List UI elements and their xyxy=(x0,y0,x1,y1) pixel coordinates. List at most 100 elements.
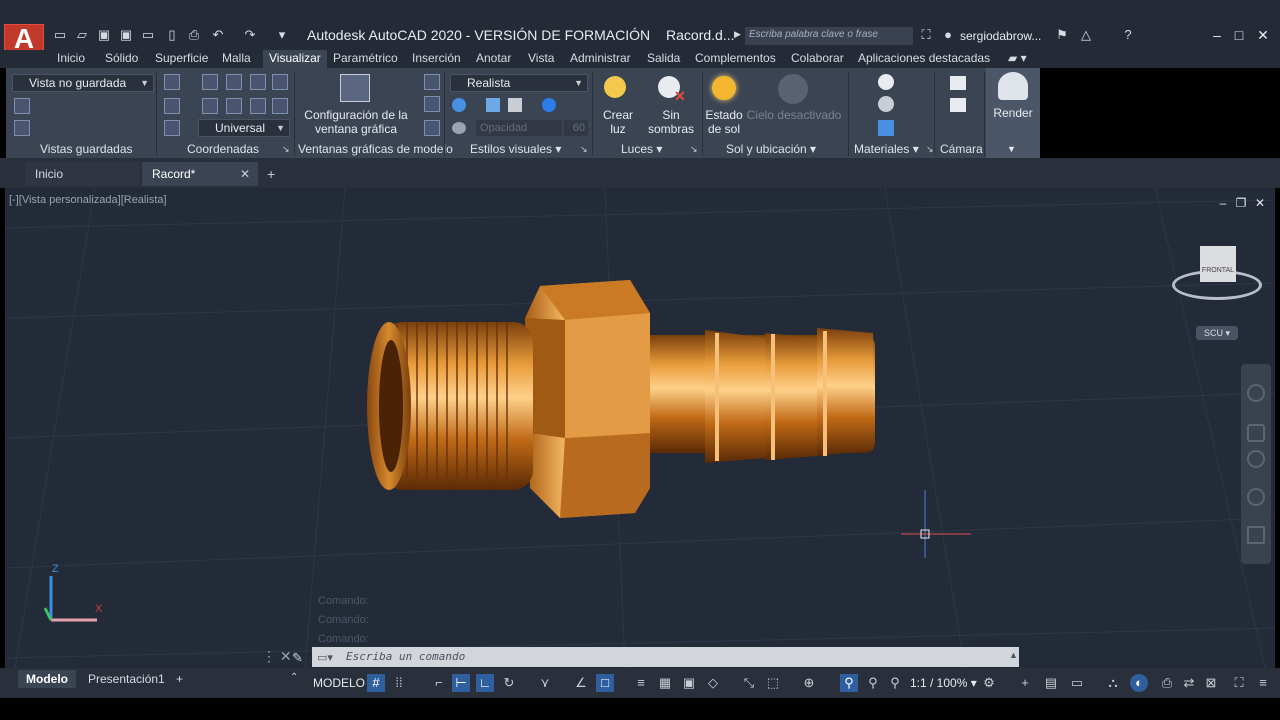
annotation-scale-icon[interactable]: ⚲ xyxy=(886,674,904,692)
isodraft-icon[interactable]: ⋎ xyxy=(536,674,554,692)
infer-constraints-icon[interactable]: ⌐ xyxy=(430,674,448,692)
drawing-viewport[interactable] xyxy=(5,188,1275,668)
viewport-minimize-button[interactable]: – xyxy=(1214,194,1232,212)
ucs-y-icon[interactable] xyxy=(250,74,266,90)
restore-viewports-icon[interactable] xyxy=(424,120,440,136)
maximize-button[interactable]: □ xyxy=(1230,26,1248,44)
ucs-x-icon[interactable] xyxy=(226,74,242,90)
lock-ui-icon[interactable]: ⛬ xyxy=(1104,674,1122,692)
panel-title-sun-location[interactable]: Sol y ubicación ▾ xyxy=(726,142,816,158)
ucs-named-combo[interactable]: Universal ▼ xyxy=(198,119,290,137)
ucs-icon[interactable] xyxy=(164,74,180,90)
search-expand-icon[interactable]: ▶ xyxy=(734,29,741,40)
print-icon[interactable]: ⎙ xyxy=(186,28,202,42)
chevron-up-icon[interactable]: ⌃ xyxy=(290,672,298,683)
customization-menu-icon[interactable]: ≡ xyxy=(1254,674,1272,692)
units-icon[interactable]: ▤ xyxy=(1042,674,1060,692)
tab-vista[interactable]: Vista xyxy=(528,50,554,68)
tab-insercion[interactable]: Inserción xyxy=(412,50,461,68)
object-snap-icon[interactable]: □ xyxy=(596,674,614,692)
panel-title-saved-views[interactable]: Vistas guardadas xyxy=(40,142,133,158)
ucs-face-icon[interactable] xyxy=(250,98,266,114)
command-history-up-icon[interactable]: ▲ xyxy=(1009,650,1018,660)
ucs-z-icon[interactable] xyxy=(272,74,288,90)
gizmo-icon[interactable]: ⊕ xyxy=(800,674,818,692)
cart-icon[interactable]: ⚑ xyxy=(1054,28,1070,42)
materials-mapping-icon[interactable] xyxy=(878,120,894,136)
ucs-origin-icon[interactable] xyxy=(164,98,180,114)
command-close-icon[interactable]: ⋮ ✕ xyxy=(262,648,292,665)
opacity-field[interactable]: Opacidad xyxy=(476,120,562,136)
render-button[interactable]: Render xyxy=(990,106,1036,120)
tab-aplicaciones-destacadas[interactable]: Aplicaciones destacadas xyxy=(858,50,990,68)
viewport-restore-button[interactable]: ❐ xyxy=(1232,194,1250,212)
materials-attach-icon[interactable] xyxy=(878,96,894,112)
graphics-performance-icon[interactable]: ⇄ xyxy=(1180,674,1198,692)
annotation-monitor-icon[interactable]: + xyxy=(1016,674,1034,692)
panel-launcher-icon[interactable]: ↘ xyxy=(282,144,290,155)
panel-launcher-icon[interactable]: ↘ xyxy=(580,144,588,155)
shadows-icon[interactable] xyxy=(508,98,522,112)
command-prompt-icon[interactable]: ▭▾ xyxy=(317,651,333,664)
selection-filter-icon[interactable]: ⬚ xyxy=(764,674,782,692)
panel-title-visual-styles[interactable]: Estilos visuales ▾ xyxy=(470,142,561,158)
command-input[interactable]: Escriba un comando xyxy=(312,647,1019,667)
viewcube[interactable]: FRONTAL xyxy=(1200,246,1236,282)
redo-icon[interactable]: ↷ xyxy=(242,28,258,42)
dynamic-ucs-icon[interactable]: ⤡ xyxy=(740,674,758,692)
ucs-zaxis-icon[interactable] xyxy=(164,120,180,136)
file-tab-racord[interactable]: Racord* ✕ xyxy=(142,162,258,186)
tab-malla[interactable]: Malla xyxy=(222,50,251,68)
layout-tab-presentacion1[interactable]: Presentación1 xyxy=(80,670,173,688)
named-viewports-icon[interactable] xyxy=(424,74,440,90)
tab-administrar[interactable]: Administrar xyxy=(570,50,631,68)
dynamic-input-icon[interactable]: ⊢ xyxy=(452,674,470,692)
ortho-mode-icon[interactable]: ∟ xyxy=(476,674,494,692)
new-tab-icon[interactable]: + xyxy=(267,166,275,182)
panel-title-lights[interactable]: Luces ▾ xyxy=(621,142,662,158)
new-file-icon[interactable]: ▭ xyxy=(52,28,68,42)
ucs-object-icon[interactable] xyxy=(226,98,242,114)
sun-status-button[interactable]: Estado de sol xyxy=(704,108,744,136)
showmotion-icon[interactable] xyxy=(1247,526,1265,544)
viewport-controls-label[interactable]: [-][Vista personalizada][Realista] xyxy=(9,194,167,206)
tab-salida[interactable]: Salida xyxy=(647,50,680,68)
orbit-icon[interactable] xyxy=(1247,488,1265,506)
ucs-3point-icon[interactable] xyxy=(272,98,288,114)
views-palette-icon[interactable] xyxy=(14,120,30,136)
open-file-icon[interactable]: ▱ xyxy=(74,28,90,42)
visual-style-combo[interactable]: Realista ▼ xyxy=(450,74,588,92)
model-space-button[interactable]: MODELO xyxy=(310,674,368,692)
workspace-gear-icon[interactable]: ⚙ xyxy=(980,674,998,692)
autodesk-app-icon[interactable]: △ xyxy=(1078,28,1094,42)
ucs-world-icon[interactable] xyxy=(202,74,218,90)
opacity-value[interactable]: 60 xyxy=(564,120,588,136)
steering-wheel-icon[interactable] xyxy=(1247,384,1265,402)
panel-title-materials[interactable]: Materiales ▾ xyxy=(854,142,919,158)
panel-title-coordinates[interactable]: Coordenadas xyxy=(187,142,259,158)
tab-complementos[interactable]: Complementos xyxy=(695,50,776,68)
annotation-scale-combo[interactable]: 1:1 / 100% ▾ xyxy=(910,674,977,692)
create-light-button[interactable]: Crear luz xyxy=(598,108,638,136)
panel-launcher-icon[interactable]: ↘ xyxy=(926,144,934,155)
viewport-close-button[interactable]: ✕ xyxy=(1251,194,1269,212)
materials-textures-icon[interactable] xyxy=(542,98,556,112)
add-layout-icon[interactable]: + xyxy=(168,670,191,688)
selection-cycling-icon[interactable]: ▣ xyxy=(680,674,698,692)
save-as-icon[interactable]: ▣ xyxy=(118,28,134,42)
hardware-acceleration-icon[interactable]: ⎙ xyxy=(1158,674,1176,692)
show-cameras-icon[interactable] xyxy=(950,98,966,112)
zoom-icon[interactable] xyxy=(1247,450,1265,468)
object-snap-tracking-icon[interactable]: ∠ xyxy=(572,674,590,692)
user-account-button[interactable]: sergiodabrow... xyxy=(960,29,1041,43)
fullscreen-icon[interactable]: ⛶ xyxy=(1230,674,1248,692)
tab-parametrico[interactable]: Paramétrico xyxy=(333,50,398,68)
tab-colaborar[interactable]: Colaborar xyxy=(791,50,844,68)
ucs-view-icon[interactable] xyxy=(202,98,218,114)
customize-wrench-icon[interactable]: ✎ xyxy=(292,650,303,666)
binoculars-icon[interactable]: ⛶ xyxy=(918,28,934,42)
lineweight-icon[interactable]: ≡ xyxy=(632,674,650,692)
tab-solido[interactable]: Sólido xyxy=(105,50,138,68)
tab-superficie[interactable]: Superficie xyxy=(155,50,208,68)
panel-launcher-icon[interactable]: ↘ xyxy=(690,144,698,155)
